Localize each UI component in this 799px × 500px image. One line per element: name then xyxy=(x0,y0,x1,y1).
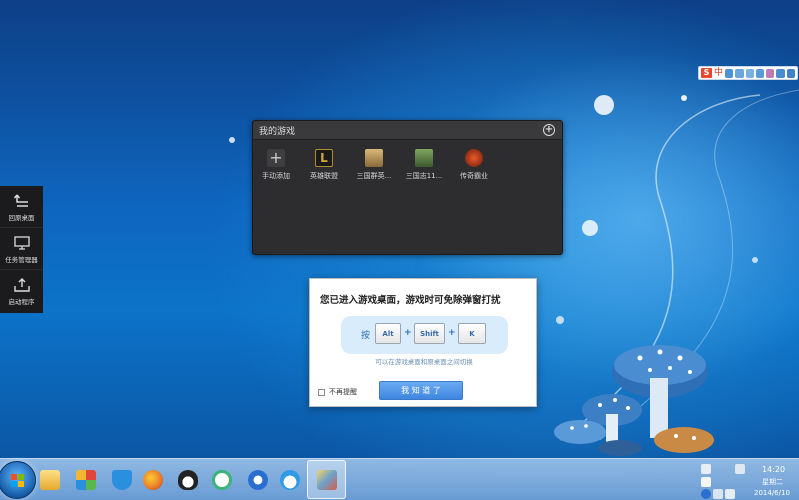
taskbar-app-search[interactable] xyxy=(202,460,241,499)
game-label: 三国群英... xyxy=(356,172,392,180)
folder-icon xyxy=(39,469,60,490)
taskbar-app-firefox[interactable] xyxy=(133,460,172,499)
taskbar-app-folder[interactable] xyxy=(30,460,69,499)
flag-tray-icon[interactable] xyxy=(735,464,745,474)
plus-icon: + xyxy=(267,149,285,167)
person-icon[interactable] xyxy=(766,68,775,78)
keyboard-icon[interactable] xyxy=(755,68,765,78)
notice-title: 您已进入游戏桌面，游戏时可免除弹窗打扰 xyxy=(320,295,501,306)
game-item-legend[interactable]: 传奇霸业 xyxy=(451,149,497,181)
switch-hint: 可以在游戏桌面和原桌面之间切换 xyxy=(375,358,473,366)
game-label: 三国志11... xyxy=(405,172,443,180)
dot-icon[interactable] xyxy=(735,68,744,78)
firefox-icon xyxy=(142,469,163,490)
key-k: K xyxy=(458,323,486,344)
game-desktop-icon xyxy=(316,469,337,490)
panel-titlebar: 我的游戏 + xyxy=(253,121,562,140)
clock-time[interactable]: 14:20 xyxy=(762,465,785,474)
plus-circle-icon[interactable]: + xyxy=(543,124,555,136)
dock-item-launch-program[interactable]: 启动程序 xyxy=(0,270,43,312)
sogou-logo-icon[interactable]: S xyxy=(701,68,713,78)
penguin-icon xyxy=(177,469,198,490)
network-tray-icon[interactable] xyxy=(713,489,723,499)
game-item-manual-add[interactable]: + 手动添加 xyxy=(253,149,299,181)
dont-remind-label[interactable]: 不再提醒 xyxy=(329,387,357,397)
lol-icon: L xyxy=(315,149,333,167)
moon-icon[interactable] xyxy=(725,68,734,78)
my-games-panel: 我的游戏 + + 手动添加 L 英雄联盟 三国群英... 三国志11... 传奇… xyxy=(252,120,563,255)
taskbar: 14:20 星期二 2014/6/10 xyxy=(0,458,799,500)
ime-mode-label[interactable]: 中 xyxy=(714,67,723,79)
taskbar-app-game-desktop[interactable] xyxy=(307,460,346,499)
game-item-sangokushi[interactable]: 三国志11... xyxy=(401,149,447,181)
return-icon xyxy=(13,194,28,207)
taskbar-app-store[interactable] xyxy=(66,460,105,499)
magnifier-icon xyxy=(211,469,232,490)
clock-weekday[interactable]: 星期二 xyxy=(762,477,783,487)
smiley-icon[interactable] xyxy=(745,68,754,78)
game-item-three-kingdoms[interactable]: 三国群英... xyxy=(351,149,397,181)
game-label: 手动添加 xyxy=(262,172,290,180)
plus-sign: + xyxy=(448,328,456,338)
question-tray-icon[interactable] xyxy=(701,489,711,499)
shield-icon xyxy=(111,469,132,490)
game-label: 传奇霸业 xyxy=(460,172,488,180)
player-icon xyxy=(247,469,268,490)
panel-title: 我的游戏 xyxy=(259,127,296,137)
windows-logo-icon xyxy=(11,474,24,487)
sangokushi-icon xyxy=(415,149,433,167)
upload-icon xyxy=(13,278,30,292)
cloud-icon xyxy=(279,469,300,490)
legend-icon xyxy=(465,149,483,167)
taskbar-app-weather[interactable] xyxy=(270,460,309,499)
cloud-tray-icon[interactable] xyxy=(701,464,711,474)
shirt-icon[interactable] xyxy=(776,68,785,78)
dock-label: 任务管理器 xyxy=(5,256,38,264)
key-shift: Shift xyxy=(414,323,445,344)
shortcut-keys-band: 按 Alt + Shift + K xyxy=(341,316,508,354)
wrench-icon[interactable] xyxy=(786,68,796,78)
game-item-lol[interactable]: L 英雄联盟 xyxy=(301,149,347,181)
dock-label: 启动程序 xyxy=(8,298,35,306)
dock-label: 回原桌面 xyxy=(8,214,35,222)
sogou-tray-icon[interactable] xyxy=(701,477,711,487)
volume-tray-icon[interactable] xyxy=(725,489,735,499)
clock-date[interactable]: 2014/6/10 xyxy=(754,489,790,497)
press-label: 按 xyxy=(361,331,371,341)
ime-toolbar[interactable]: S 中 xyxy=(698,66,798,80)
monitor-icon xyxy=(13,236,30,250)
dont-remind-checkbox[interactable] xyxy=(318,388,325,396)
got-it-button[interactable]: 我 知 道 了 xyxy=(379,381,463,400)
dont-remind-option[interactable]: 不再提醒 xyxy=(318,387,357,397)
game-desktop-notice-dialog: 您已进入游戏桌面，游戏时可免除弹窗打扰 按 Alt + Shift + K 可以… xyxy=(309,278,537,407)
grid-icon xyxy=(75,469,96,490)
left-dock: 回原桌面 任务管理器 启动程序 xyxy=(0,186,43,313)
dock-item-task-manager[interactable]: 任务管理器 xyxy=(0,228,43,270)
three-kingdoms-icon xyxy=(365,149,383,167)
dock-item-return-desktop[interactable]: 回原桌面 xyxy=(0,186,43,228)
game-label: 英雄联盟 xyxy=(310,172,338,180)
plus-sign: + xyxy=(404,328,412,338)
key-alt: Alt xyxy=(375,323,401,344)
